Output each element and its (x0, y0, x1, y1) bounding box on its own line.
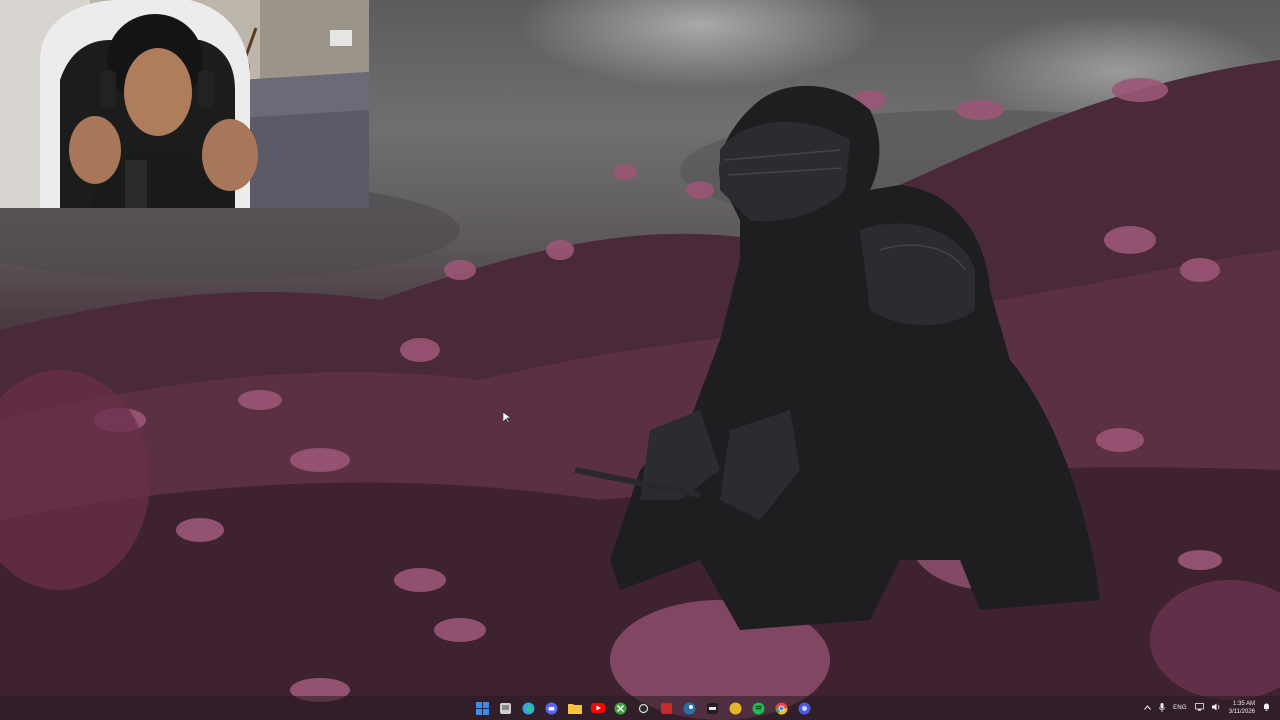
notification-icon[interactable] (1263, 703, 1270, 713)
windows-icon[interactable] (474, 700, 491, 717)
edge-icon[interactable] (520, 700, 537, 717)
app-yellow-icon[interactable] (727, 700, 744, 717)
webcam-overlay (0, 0, 369, 208)
taskbar-pinned-apps (474, 696, 813, 720)
network-icon[interactable] (1194, 703, 1204, 713)
folder-icon[interactable] (566, 700, 583, 717)
xbox-icon[interactable] (612, 700, 629, 717)
app-red-icon[interactable] (658, 700, 675, 717)
language-indicator[interactable]: ENG (1173, 705, 1187, 711)
clock-time: 1:35 AM (1232, 701, 1255, 707)
search-icon[interactable] (497, 700, 514, 717)
chevron-up-icon[interactable] (1144, 704, 1152, 712)
youtube-icon[interactable] (589, 700, 606, 717)
microphone-icon[interactable] (1159, 702, 1166, 714)
mouse-cursor-icon (503, 412, 511, 424)
app-blue-icon[interactable] (796, 700, 813, 717)
volume-icon[interactable] (1211, 703, 1221, 713)
steam-icon[interactable] (681, 700, 698, 717)
clock-date: 3/11/2026 (1228, 709, 1255, 715)
chrome-icon[interactable] (773, 700, 790, 717)
discord-icon[interactable] (543, 700, 560, 717)
webcam-feed (0, 0, 369, 208)
obs-icon[interactable] (635, 700, 652, 717)
taskbar: ENG 1:35 AM 3/11/2026 (0, 696, 1280, 720)
clock[interactable]: 1:35 AM 3/11/2026 (1229, 700, 1255, 716)
app-black-icon[interactable] (704, 700, 721, 717)
system-tray: ENG 1:35 AM 3/11/2026 (1144, 696, 1280, 720)
spotify-icon[interactable] (750, 700, 767, 717)
